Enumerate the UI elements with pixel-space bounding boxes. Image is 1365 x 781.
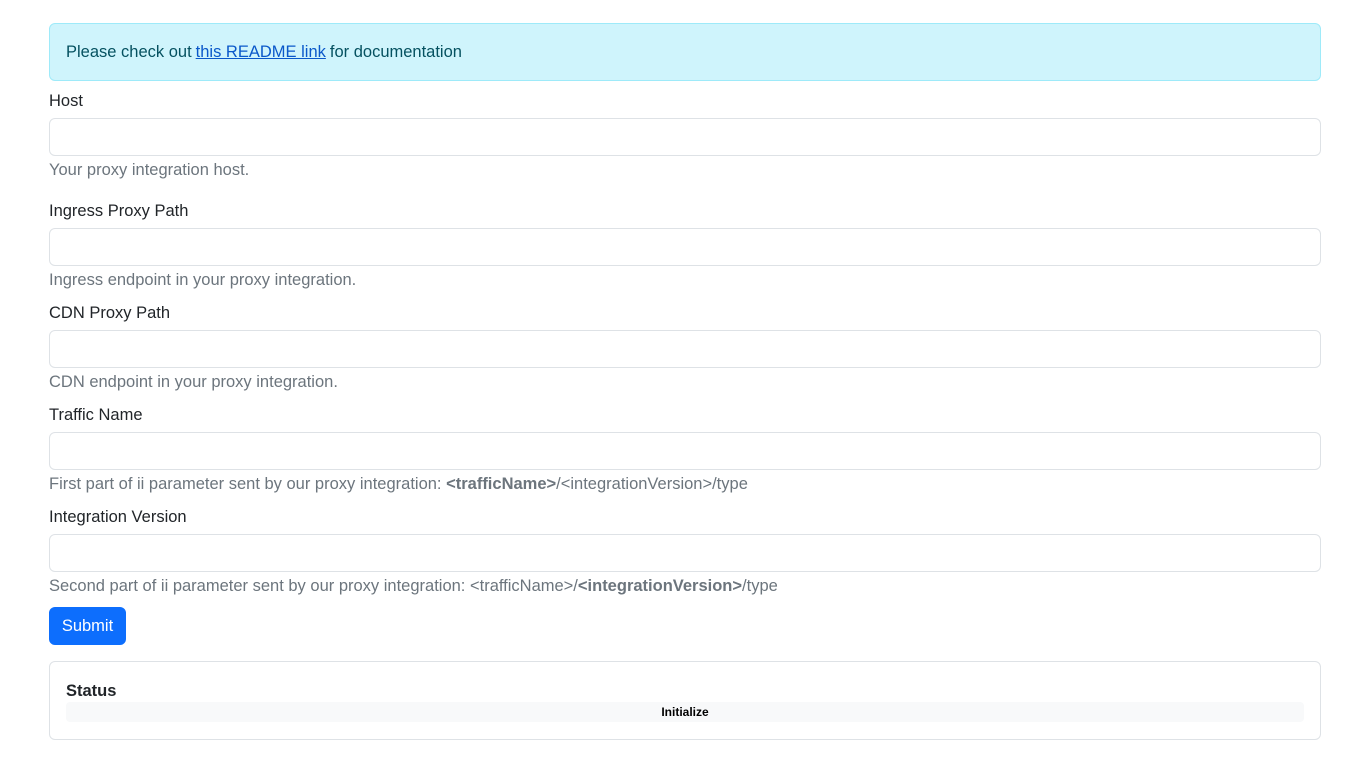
cdn-help-text: CDN endpoint in your proxy integration.: [49, 373, 338, 391]
traffic-field-group: Traffic Name First part of ii parameter …: [49, 404, 1321, 495]
integration-version-label: Integration Version: [49, 508, 187, 526]
version-help-suffix: /type: [742, 577, 778, 595]
traffic-help-bold: <trafficName>: [446, 475, 557, 493]
version-help-text: Second part of ii parameter sent by our …: [49, 575, 1321, 597]
ingress-proxy-path-input[interactable]: [49, 228, 1321, 266]
info-alert: Please check out this README link for do…: [49, 23, 1321, 81]
status-card: Status Initialize: [49, 661, 1321, 740]
host-help-text: Your proxy integration host.: [49, 161, 250, 179]
traffic-help-text: First part of ii parameter sent by our p…: [49, 473, 1321, 495]
version-field-group: Integration Version Second part of ii pa…: [49, 506, 1321, 597]
submit-button[interactable]: Submit: [49, 607, 126, 645]
traffic-help-prefix: First part of ii parameter sent by our p…: [49, 475, 447, 493]
cdn-proxy-path-input[interactable]: [49, 330, 1321, 368]
status-title: Status: [66, 682, 117, 700]
host-label: Host: [49, 92, 83, 110]
cdn-field-group: CDN Proxy Path CDN endpoint in your prox…: [49, 302, 1321, 393]
alert-prefix: Please check out: [66, 42, 192, 61]
version-help-prefix: Second part of ii parameter sent by our …: [49, 577, 578, 595]
page-container: Please check out this README link for do…: [49, 23, 1321, 740]
host-input[interactable]: [49, 118, 1321, 156]
traffic-help-suffix: /<integrationVersion>/type: [556, 475, 748, 493]
alert-suffix: for documentation: [329, 42, 462, 61]
status-text: Initialize: [66, 702, 1304, 722]
cdn-label: CDN Proxy Path: [49, 304, 171, 322]
traffic-name-input[interactable]: [49, 432, 1321, 470]
ingress-help-text: Ingress endpoint in your proxy integrati…: [49, 271, 357, 289]
integration-version-input[interactable]: [49, 534, 1321, 572]
ingress-label: Ingress Proxy Path: [49, 202, 189, 220]
host-field-group: Host Your proxy integration host.: [49, 90, 1321, 181]
version-help-bold: <integrationVersion>: [577, 577, 743, 595]
ingress-field-group: Ingress Proxy Path Ingress endpoint in y…: [49, 200, 1321, 291]
traffic-name-label: Traffic Name: [49, 406, 143, 424]
readme-link[interactable]: this README link: [196, 43, 326, 62]
